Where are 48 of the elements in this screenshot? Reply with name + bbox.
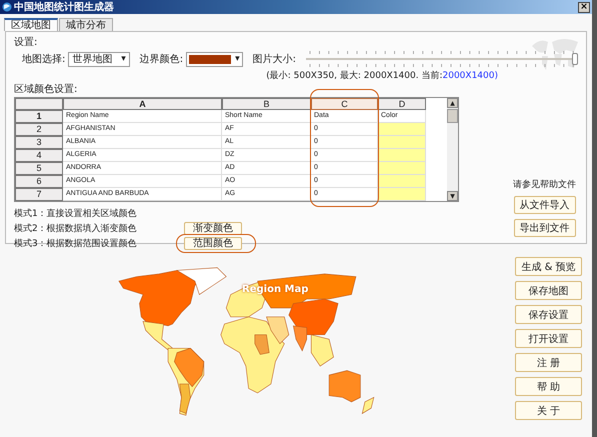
image-size-slider[interactable] (306, 50, 578, 68)
action-button[interactable]: 打开设置 (515, 329, 582, 348)
corner-cell (15, 98, 63, 110)
column-header[interactable]: A (63, 98, 222, 110)
row-header[interactable]: 2 (15, 123, 63, 136)
world-map-icon (530, 36, 580, 72)
close-button[interactable]: × (578, 2, 590, 12)
slider-thumb[interactable] (572, 53, 578, 65)
file-button[interactable]: 导出到文件 (514, 219, 576, 237)
tab[interactable]: 城市分布 (59, 18, 113, 31)
current-size-text: 2000X1400) (442, 71, 498, 81)
file-button[interactable]: 从文件导入 (514, 196, 576, 214)
action-button[interactable]: 关 于 (515, 401, 582, 420)
action-button[interactable]: 帮 助 (515, 377, 582, 396)
tab[interactable]: 区域地图 (4, 18, 58, 31)
action-button[interactable]: 生成 & 预览 (515, 257, 582, 276)
column-header[interactable]: B (222, 98, 311, 110)
help-text: 请参见帮助文件 (513, 178, 576, 191)
dropdown-caret[interactable]: ▾ (121, 54, 126, 64)
map-title: Region Map (242, 284, 308, 295)
mode-button[interactable]: 范围颜色 (184, 237, 242, 250)
dropdown-caret[interactable]: ▾ (235, 54, 240, 64)
size-range-text: (最小: 500X350, 最大: 2000X1400. 当前: (266, 71, 442, 81)
column-header[interactable]: C (311, 98, 378, 110)
border-color-dropdown[interactable]: ▾ (186, 52, 243, 66)
row-header[interactable]: 6 (15, 175, 63, 188)
action-button[interactable]: 保存设置 (515, 305, 582, 324)
mode-text: 模式3：根据数据范围设置颜色 (14, 238, 138, 250)
settings-label: 设置: (14, 36, 38, 49)
mode-button[interactable]: 渐变颜色 (184, 222, 242, 235)
map-select-dropdown[interactable]: 世界地图 ▾ (68, 52, 130, 66)
region-color-label: 区域颜色设置: (14, 82, 78, 96)
row-header[interactable]: 4 (15, 149, 63, 162)
row-header[interactable]: 5 (15, 162, 63, 175)
mode-text: 模式1：直接设置相关区域颜色 (14, 208, 138, 220)
scroll-thumb[interactable] (447, 109, 458, 123)
row-header[interactable]: 3 (15, 136, 63, 149)
column-header[interactable]: D (378, 98, 426, 110)
border-color-label: 边界颜色: (140, 52, 184, 66)
row-header[interactable]: 1 (15, 110, 63, 123)
action-button[interactable]: 保存地图 (515, 281, 582, 300)
map-select-label: 地图选择: (22, 52, 66, 66)
action-button[interactable]: 注 册 (515, 353, 582, 372)
image-size-label: 图片大小: (252, 52, 296, 66)
row-header[interactable]: 7 (15, 188, 63, 201)
window-title: 中国地图统计图生成器 (14, 0, 114, 14)
mode-text: 模式2：根据数据填入渐变颜色 (14, 222, 138, 235)
globe-icon (2, 2, 12, 12)
